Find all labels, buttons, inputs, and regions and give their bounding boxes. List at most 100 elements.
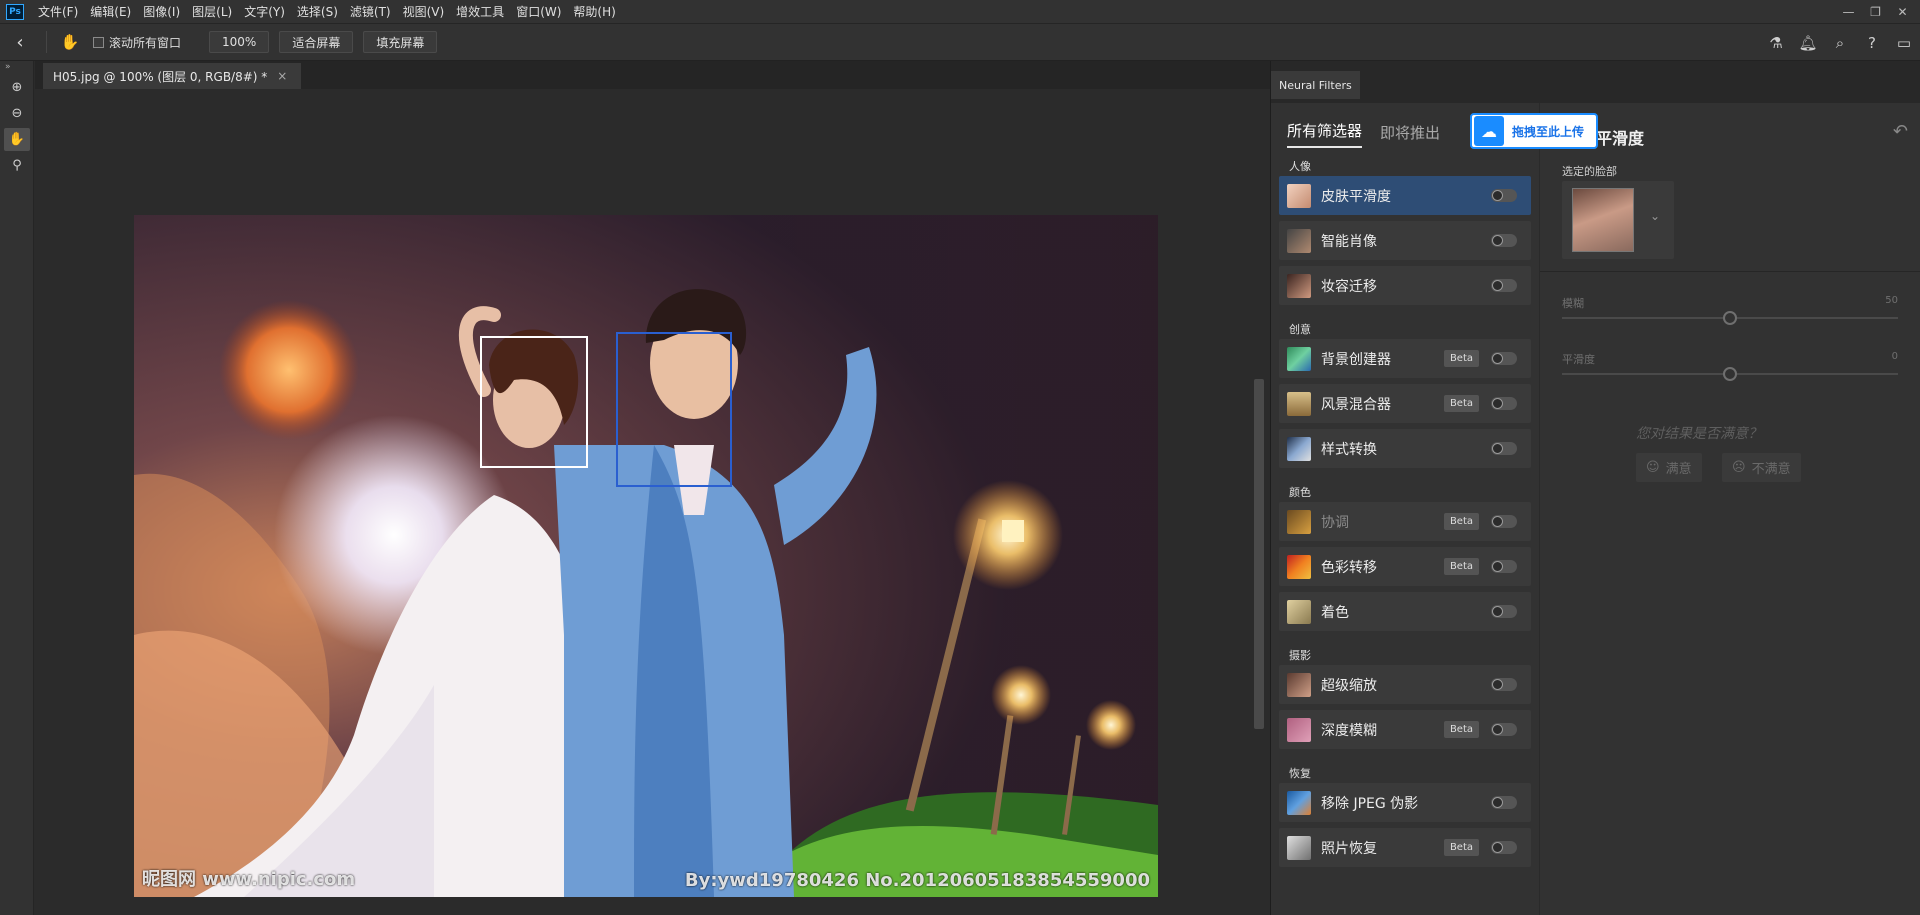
beta-badge: Beta: [1443, 395, 1479, 412]
scroll-all-windows-checkbox[interactable]: 滚动所有窗口: [93, 34, 181, 51]
workspace-icon[interactable]: ▭: [1888, 24, 1920, 62]
satisfied-label: 满意: [1665, 462, 1692, 477]
filter-toggle[interactable]: [1491, 352, 1517, 365]
photo-illustration: [134, 215, 1158, 897]
menu-bar: Ps 文件(F) 编辑(E) 图像(I) 图层(L) 文字(Y) 选择(S) 滤…: [0, 0, 1920, 23]
filter-toggle[interactable]: [1491, 279, 1517, 292]
background-creator-icon: [1287, 346, 1311, 371]
filter-photo-restoration[interactable]: 照片恢复 Beta: [1279, 828, 1531, 867]
filter-toggle[interactable]: [1491, 234, 1517, 247]
smoothness-value: 0: [1891, 351, 1898, 362]
filter-remove-jpeg-artifacts[interactable]: 移除 JPEG 伪影: [1279, 783, 1531, 822]
filter-super-zoom[interactable]: 超级缩放: [1279, 665, 1531, 704]
selected-face-label: 选定的脸部: [1562, 165, 1617, 178]
filter-toggle[interactable]: [1491, 515, 1517, 528]
filter-color-transfer[interactable]: 色彩转移 Beta: [1279, 547, 1531, 586]
filter-toggle[interactable]: [1491, 841, 1517, 854]
menu-view[interactable]: 视图(V): [397, 3, 451, 20]
fill-screen-button[interactable]: 填充屏幕: [363, 31, 438, 53]
checkbox-box[interactable]: [93, 36, 104, 48]
menu-file[interactable]: 文件(F): [32, 3, 84, 20]
search-icon[interactable]: ⌕: [1824, 24, 1856, 62]
face-selector-dropdown[interactable]: ⌄: [1562, 181, 1674, 259]
filter-background-creator[interactable]: 背景创建器 Beta: [1279, 339, 1531, 378]
filter-toggle[interactable]: [1491, 397, 1517, 410]
minimize-button[interactable]: —: [1835, 0, 1862, 23]
document-tab[interactable]: H05.jpg @ 100% (图层 0, RGB/8#) * ×: [43, 63, 302, 89]
menu-plugins[interactable]: 增效工具: [450, 3, 510, 20]
filter-colorize[interactable]: 着色: [1279, 592, 1531, 631]
document-tab-title: H05.jpg @ 100% (图层 0, RGB/8#) *: [53, 69, 268, 84]
neural-filters-tab[interactable]: Neural Filters: [1271, 71, 1360, 99]
filter-smart-portrait[interactable]: 智能肖像: [1279, 221, 1531, 260]
fit-screen-button[interactable]: 适合屏幕: [279, 31, 354, 53]
magnifier-icon[interactable]: ⚲: [4, 154, 30, 177]
zoom-out-icon[interactable]: ⊖: [4, 102, 30, 125]
cloud-upload-icon: ☁: [1474, 116, 1504, 146]
scrollbar-thumb[interactable]: [1254, 379, 1264, 729]
vertical-scrollbar[interactable]: [1250, 89, 1270, 915]
zoom-in-icon[interactable]: ⊕: [4, 76, 30, 99]
portrait-face-icon: [1287, 228, 1311, 253]
frown-icon: ☹: [1732, 460, 1746, 475]
blur-slider-knob[interactable]: [1723, 311, 1737, 325]
harmonize-icon: [1287, 509, 1311, 534]
makeup-face-icon: [1287, 273, 1311, 298]
filter-skin-smoothing[interactable]: 皮肤平滑度: [1279, 176, 1531, 215]
menu-layer[interactable]: 图层(L): [186, 3, 238, 20]
chevron-down-icon[interactable]: ⌄: [1650, 209, 1660, 223]
filter-harmonize[interactable]: 协调 Beta: [1279, 502, 1531, 541]
document-photo[interactable]: 昵图网 www.nipic.com By:ywd19780426 No.2012…: [134, 215, 1158, 897]
drag-upload-widget[interactable]: ☁ 拖拽至此上传: [1470, 113, 1598, 149]
super-zoom-icon: [1287, 672, 1311, 697]
face-detection-box[interactable]: [480, 336, 588, 468]
filter-toggle[interactable]: [1491, 189, 1517, 202]
filter-makeup-transfer[interactable]: 妆容迁移: [1279, 266, 1531, 305]
menu-filter[interactable]: 滤镜(T): [344, 3, 397, 20]
filter-label: 色彩转移: [1321, 559, 1377, 576]
filter-landscape-mixer[interactable]: 风景混合器 Beta: [1279, 384, 1531, 423]
beta-badge: Beta: [1443, 721, 1479, 738]
reset-icon[interactable]: ↶: [1893, 121, 1908, 142]
close-tab-icon[interactable]: ×: [277, 69, 287, 83]
filter-settings-panel: 平滑度 ↶ 选定的脸部 ⌄ 模糊 50 平滑度 0 您对结果是否满意？ ☺ 满意…: [1539, 103, 1920, 915]
smoothness-slider-row: 平滑度 0: [1562, 351, 1898, 381]
filter-toggle[interactable]: [1491, 605, 1517, 618]
zoom-value-field[interactable]: 100%: [209, 31, 270, 53]
tab-all-filters[interactable]: 所有筛选器: [1287, 120, 1363, 148]
satisfied-button[interactable]: ☺ 满意: [1636, 453, 1702, 482]
neural-filters-tab-row: Neural Filters »: [1271, 61, 1920, 134]
hand-tool-active-icon[interactable]: ✋: [4, 128, 30, 151]
group-restore: 恢复: [1289, 767, 1311, 780]
menu-edit[interactable]: 编辑(E): [84, 3, 137, 20]
menu-help[interactable]: 帮助(H): [567, 3, 621, 20]
unsatisfied-button[interactable]: ☹ 不满意: [1722, 453, 1801, 482]
filter-depth-blur[interactable]: 深度模糊 Beta: [1279, 710, 1531, 749]
menu-image[interactable]: 图像(I): [137, 3, 186, 20]
filter-toggle[interactable]: [1491, 723, 1517, 736]
menu-window[interactable]: 窗口(W): [510, 3, 567, 20]
smoothness-slider-knob[interactable]: [1723, 367, 1737, 381]
face-detection-box-selected[interactable]: [616, 332, 732, 487]
tab-coming-soon[interactable]: 即将推出: [1380, 122, 1440, 148]
filter-toggle[interactable]: [1491, 796, 1517, 809]
back-arrow-icon[interactable]: ‹: [0, 23, 40, 61]
collapse-arrows-icon[interactable]: »: [0, 61, 33, 73]
filter-toggle[interactable]: [1491, 442, 1517, 455]
close-window-button[interactable]: ✕: [1889, 0, 1916, 23]
group-color: 颜色: [1289, 486, 1311, 499]
hand-tool-icon[interactable]: ✋: [53, 33, 87, 51]
menu-select[interactable]: 选择(S): [291, 3, 344, 20]
filter-toggle[interactable]: [1491, 678, 1517, 691]
restore-button[interactable]: ❐: [1862, 0, 1889, 23]
bell-icon[interactable]: 🔔︎: [1792, 24, 1824, 62]
blur-label: 模糊: [1562, 297, 1584, 310]
face-thumbnail: [1572, 188, 1634, 252]
flask-icon[interactable]: ⚗: [1760, 24, 1792, 62]
filter-style-transfer[interactable]: 样式转换: [1279, 429, 1531, 468]
help-icon[interactable]: ?: [1856, 24, 1888, 62]
menu-type[interactable]: 文字(Y): [238, 3, 291, 20]
filter-label: 妆容迁移: [1321, 278, 1377, 295]
filter-toggle[interactable]: [1491, 560, 1517, 573]
jpeg-artifacts-icon: [1287, 790, 1311, 815]
